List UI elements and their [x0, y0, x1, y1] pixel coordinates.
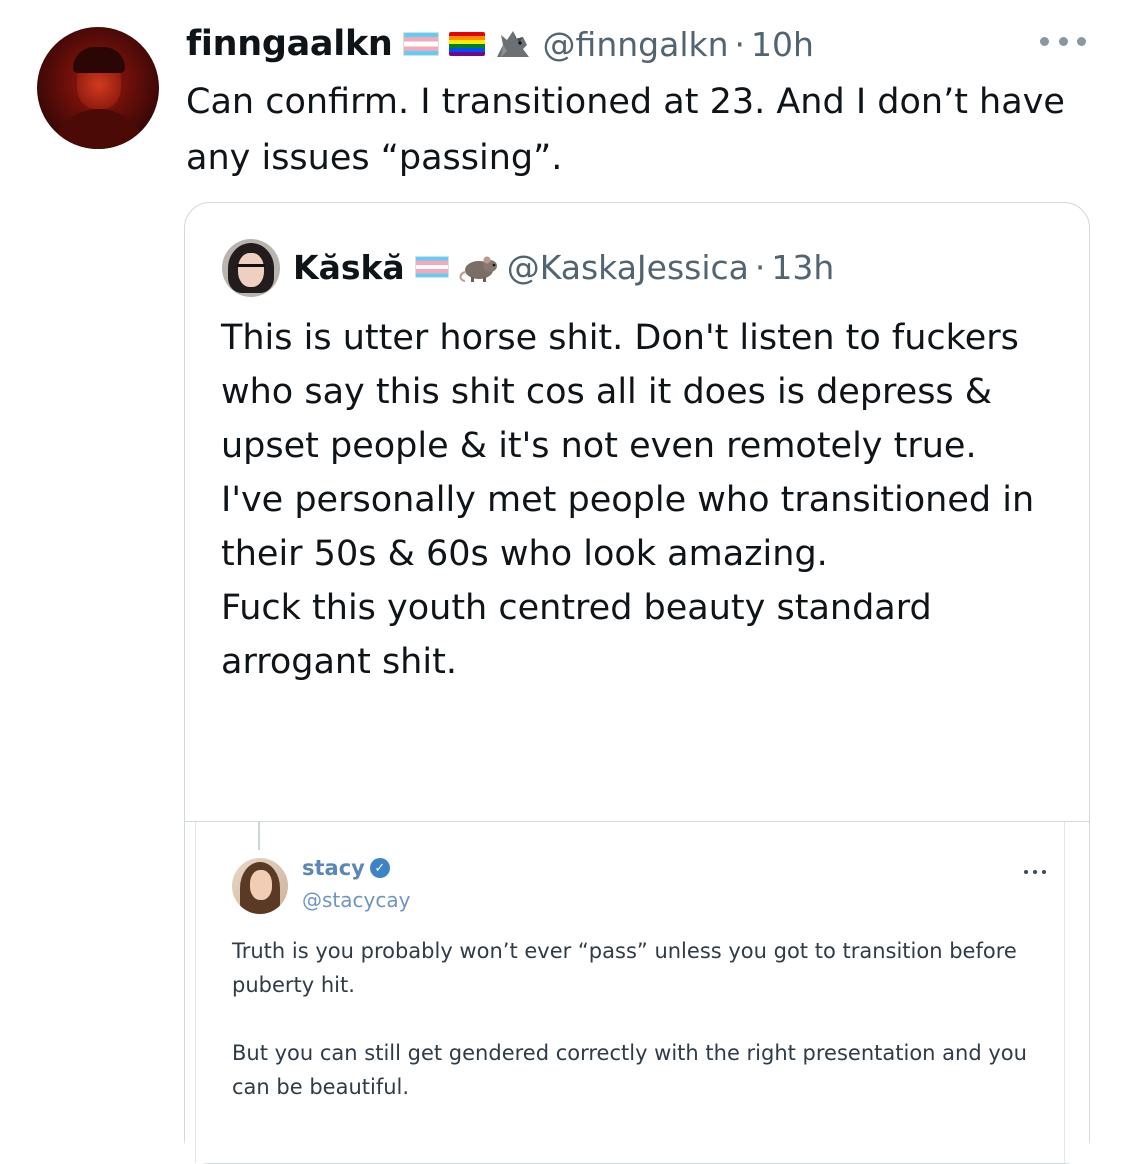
- screenshot-avatar: [232, 858, 288, 914]
- tweet-header: finngaalkn @finngalkn · 10h: [186, 20, 814, 68]
- rat-emoji-icon: [457, 250, 497, 284]
- author-handle[interactable]: @finngalkn: [543, 25, 729, 64]
- screenshot-display-name: stacy ✓: [302, 856, 390, 880]
- separator-dot: ·: [734, 24, 746, 64]
- avatar-cap: [73, 47, 125, 73]
- quoted-tweet-text-body: This is utter horse shit. Don't listen t…: [221, 318, 1035, 682]
- screenshot-handle: @stacycay: [302, 888, 411, 912]
- thread-line: [258, 822, 260, 850]
- author-display-name[interactable]: finngaalkn: [186, 24, 393, 64]
- avatar-glasses: [237, 264, 265, 273]
- screenshot-tweet-text: Truth is you probably won’t ever “pass” …: [232, 939, 1027, 1099]
- tweet-text: Can confirm. I transitioned at 23. And I…: [186, 82, 1065, 178]
- avatar-shoulders: [51, 109, 147, 149]
- verified-badge-icon: ✓: [369, 858, 390, 878]
- separator-dot: ·: [754, 247, 766, 287]
- screenshot-name-text: stacy: [302, 856, 365, 880]
- author-avatar[interactable]: [37, 27, 159, 149]
- embedded-tweet-screenshot[interactable]: stacy ✓ @stacycay Truth is you probably …: [185, 822, 1089, 1163]
- quoted-tweet-card[interactable]: Kăskă @KaskaJessica · 13h This is utter …: [184, 202, 1090, 1164]
- quoted-author-handle[interactable]: @KaskaJessica: [507, 248, 749, 287]
- screenshot-more-icon: [1024, 870, 1046, 876]
- quoted-tweet-header: Kăskă @KaskaJessica · 13h: [293, 245, 834, 289]
- quoted-author-avatar[interactable]: [222, 239, 280, 297]
- rainbow-flag-icon: [448, 32, 485, 56]
- trans-flag-icon: [402, 32, 439, 56]
- trans-flag-icon: [414, 256, 449, 278]
- quoted-author-display-name[interactable]: Kăskă: [293, 248, 405, 287]
- quoted-tweet-timestamp[interactable]: 13h: [771, 248, 834, 287]
- quoted-tweet-text: This is utter horse shit. Don't listen t…: [221, 311, 1061, 689]
- screenshot-frame: stacy ✓ @stacycay Truth is you probably …: [195, 822, 1065, 1163]
- tweet-timestamp[interactable]: 10h: [751, 25, 814, 64]
- wolf-emoji-icon: [493, 27, 531, 61]
- more-options-icon[interactable]: [1040, 30, 1086, 52]
- avatar-face: [250, 870, 272, 900]
